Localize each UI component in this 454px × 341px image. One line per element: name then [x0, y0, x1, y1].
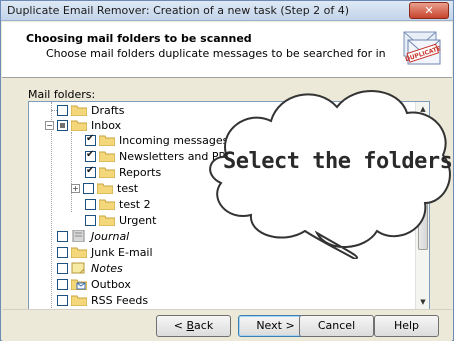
- folder-label: Notes: [91, 261, 123, 275]
- page-title: Choosing mail folders to be scanned: [26, 32, 252, 45]
- wizard-footer: < Back Next > Cancel Help: [2, 309, 452, 341]
- cancel-button[interactable]: Cancel: [299, 315, 374, 337]
- reports-checkbox[interactable]: [85, 165, 96, 178]
- folder-label: Urgent: [119, 213, 157, 227]
- back-button[interactable]: < Back: [156, 315, 231, 337]
- junk-email-checkbox[interactable]: [57, 246, 68, 258]
- tree-row-outbox[interactable]: Outbox: [57, 276, 131, 292]
- tree-row-rss-feeds[interactable]: RSS Feeds: [57, 292, 148, 308]
- folder-icon: [99, 198, 115, 210]
- tree-row-urgent[interactable]: Urgent: [85, 212, 156, 228]
- journal-icon: [71, 230, 87, 242]
- tree-row-test-2[interactable]: test 2: [85, 196, 151, 212]
- folder-icon: [99, 166, 115, 178]
- inbox-checkbox[interactable]: [57, 119, 68, 131]
- collapse-toggle[interactable]: −: [45, 120, 54, 130]
- window-title: Duplicate Email Remover: Creation of a n…: [7, 4, 350, 17]
- tree-row-junk-email[interactable]: Junk E-mail: [57, 244, 153, 260]
- tree-connector: [71, 132, 72, 212]
- scroll-down-arrow-icon[interactable]: ▼: [417, 296, 429, 308]
- folder-icon: [99, 150, 115, 162]
- tree-row-drafts[interactable]: Drafts: [51, 102, 125, 118]
- notes-checkbox[interactable]: [57, 262, 68, 274]
- outbox-checkbox[interactable]: [57, 278, 68, 290]
- test-checkbox[interactable]: [83, 182, 94, 194]
- folder-icon: [97, 182, 113, 194]
- folder-label: Drafts: [91, 103, 125, 117]
- folder-icon: [99, 134, 115, 146]
- folder-icon: [99, 214, 115, 226]
- folder-icon: [71, 119, 87, 131]
- folder-icon: [71, 104, 87, 116]
- page-subtitle: Choose mail folders duplicate messages t…: [46, 47, 386, 60]
- folder-icon: [71, 246, 87, 258]
- folder-label: Outbox: [91, 277, 131, 291]
- tree-row-test[interactable]: + test: [71, 180, 138, 196]
- notes-icon: [71, 262, 87, 274]
- title-bar[interactable]: Duplicate Email Remover: Creation of a n…: [1, 1, 453, 21]
- drafts-checkbox[interactable]: [57, 104, 68, 116]
- folder-icon: [71, 294, 87, 306]
- help-button[interactable]: Help: [374, 315, 439, 337]
- folder-label: Journal: [91, 229, 130, 243]
- dialog-window: Duplicate Email Remover: Creation of a n…: [0, 0, 454, 341]
- folder-label: RSS Feeds: [91, 293, 149, 307]
- incoming-messages-checkbox[interactable]: [85, 133, 96, 146]
- outbox-icon: [71, 278, 87, 290]
- folder-label: Reports: [119, 165, 162, 179]
- tree-connector: [51, 102, 52, 309]
- duplicate-email-logo-icon: DUPLICATE: [403, 31, 442, 65]
- callout-text: Select the folders!: [223, 149, 454, 174]
- newsletters-checkbox[interactable]: [85, 149, 96, 162]
- rss-feeds-checkbox[interactable]: [57, 294, 68, 306]
- tree-row-inbox[interactable]: − Inbox: [45, 117, 121, 133]
- tree-row-reports[interactable]: Reports: [85, 164, 161, 180]
- wizard-header: Choosing mail folders to be scanned Choo…: [2, 22, 452, 78]
- mail-folders-label: Mail folders:: [28, 88, 96, 101]
- test-2-checkbox[interactable]: [85, 198, 96, 210]
- folder-label: test: [117, 181, 139, 195]
- folder-label: Junk E-mail: [91, 245, 153, 259]
- urgent-checkbox[interactable]: [85, 214, 96, 226]
- journal-checkbox[interactable]: [57, 230, 68, 242]
- close-button[interactable]: ✕: [409, 2, 449, 19]
- folder-label: Inbox: [91, 118, 122, 132]
- folder-label: test 2: [119, 197, 151, 211]
- expand-toggle[interactable]: +: [71, 183, 80, 193]
- tree-row-journal[interactable]: Journal: [57, 228, 129, 244]
- tree-row-notes[interactable]: Notes: [57, 260, 123, 276]
